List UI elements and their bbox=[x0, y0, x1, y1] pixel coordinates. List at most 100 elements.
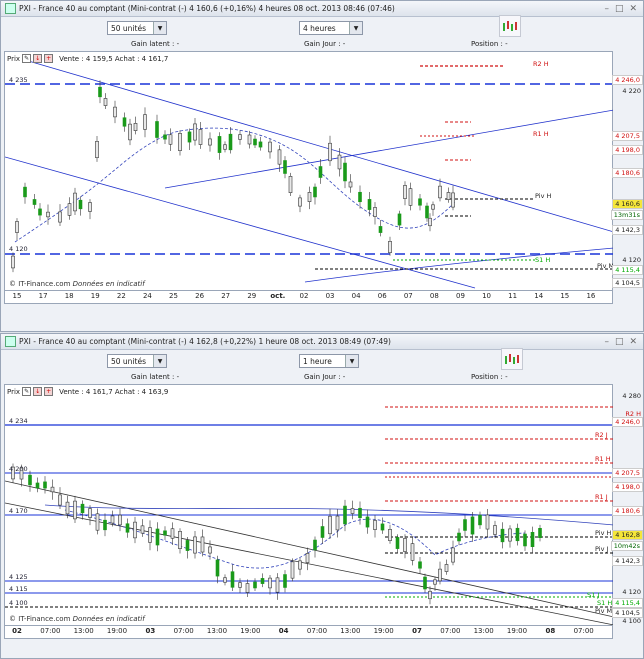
candle bbox=[418, 198, 422, 206]
candle bbox=[193, 123, 197, 141]
plus-icon[interactable]: + bbox=[44, 387, 54, 396]
time-label: 07 bbox=[403, 292, 413, 300]
candle bbox=[470, 516, 475, 535]
candle bbox=[335, 515, 340, 531]
price-axis: 4 280 R2 H 4 246,0 4 207,5 4 198,0 4 180… bbox=[610, 384, 643, 628]
candle bbox=[193, 536, 197, 554]
candle bbox=[493, 525, 497, 535]
candle bbox=[403, 538, 407, 552]
time-label: 07:00 bbox=[40, 627, 61, 635]
close-icon[interactable]: ✕ bbox=[629, 337, 637, 347]
pencil-icon[interactable]: ✎ bbox=[22, 387, 32, 396]
candle bbox=[98, 86, 102, 98]
pivot-label: S1 H bbox=[535, 256, 551, 264]
candle bbox=[463, 519, 467, 531]
candle bbox=[438, 185, 442, 199]
pivot-label: S1 J bbox=[587, 591, 600, 599]
level-label: 4 235 bbox=[9, 76, 28, 84]
chart-settings-icon[interactable] bbox=[499, 15, 521, 37]
time-label: 13:00 bbox=[473, 627, 494, 635]
period-select[interactable]: 4 heures ▼ bbox=[299, 21, 363, 35]
candle bbox=[253, 581, 257, 589]
period-select[interactable]: 1 heure ▼ bbox=[299, 354, 359, 368]
candle bbox=[343, 162, 347, 182]
candle bbox=[11, 255, 15, 269]
time-label: 14 bbox=[534, 292, 544, 300]
candle bbox=[425, 205, 429, 219]
level-label: 4 100 bbox=[9, 599, 28, 607]
candle bbox=[80, 503, 85, 514]
price-chart[interactable]: Prix ✎ ↓ + Vente : 4 159,5 Achat : 4 161… bbox=[4, 51, 614, 291]
candle bbox=[178, 133, 182, 151]
arrow-down-icon[interactable]: ↓ bbox=[33, 387, 43, 396]
candle bbox=[260, 578, 265, 584]
chevron-down-icon[interactable]: ▼ bbox=[345, 355, 358, 367]
candle bbox=[163, 134, 167, 140]
minimize-icon[interactable]: – bbox=[604, 337, 609, 347]
credit-note: Données en indicatif bbox=[72, 280, 145, 288]
time-label: 13:00 bbox=[340, 627, 361, 635]
candle bbox=[238, 134, 242, 140]
candle bbox=[230, 571, 235, 588]
candle bbox=[500, 528, 505, 543]
candle bbox=[58, 494, 62, 506]
arrow-down-icon[interactable]: ↓ bbox=[33, 54, 43, 63]
candle bbox=[140, 525, 145, 534]
candle bbox=[215, 559, 220, 577]
time-label: 06 bbox=[377, 292, 387, 300]
candle bbox=[433, 579, 437, 585]
price-tag: 4 115,4 bbox=[612, 265, 643, 275]
plus-icon[interactable]: + bbox=[44, 54, 54, 63]
chart-settings-icon[interactable] bbox=[501, 348, 523, 370]
minimize-icon[interactable]: – bbox=[604, 4, 609, 14]
candle bbox=[223, 577, 227, 583]
gain-jour: Gain Jour : - bbox=[304, 40, 346, 48]
candle bbox=[428, 217, 432, 227]
candle bbox=[95, 513, 100, 531]
candle bbox=[35, 482, 40, 489]
time-label: 29 bbox=[247, 292, 257, 300]
time-label: 18 bbox=[64, 292, 74, 300]
candle bbox=[485, 514, 490, 530]
candle bbox=[343, 505, 347, 525]
maximize-icon[interactable]: □ bbox=[615, 4, 624, 14]
units-select[interactable]: 50 unités ▼ bbox=[107, 354, 167, 368]
candle bbox=[358, 191, 362, 203]
candle bbox=[380, 523, 385, 531]
maximize-icon[interactable]: □ bbox=[615, 337, 624, 347]
time-label: 04 bbox=[351, 292, 361, 300]
units-select[interactable]: 50 unités ▼ bbox=[107, 21, 167, 35]
candle bbox=[305, 553, 310, 563]
chevron-down-icon[interactable]: ▼ bbox=[153, 22, 166, 34]
pencil-icon[interactable]: ✎ bbox=[22, 54, 32, 63]
pivot-label: Piv H bbox=[595, 529, 612, 537]
price-tag: 4 198,0 bbox=[612, 482, 643, 492]
candle bbox=[88, 202, 92, 212]
price-tag: 4 100 bbox=[622, 617, 641, 625]
candle bbox=[118, 514, 122, 526]
price-tag: 4 198,0 bbox=[612, 145, 643, 155]
candle bbox=[185, 540, 190, 551]
candle bbox=[67, 203, 72, 216]
close-icon[interactable]: ✕ bbox=[629, 4, 637, 14]
price-chart[interactable]: Prix ✎ ↓ + Vente : 4 161,7 Achat : 4 163… bbox=[4, 384, 614, 626]
credit: © IT-Finance.com Données en indicatif bbox=[9, 280, 145, 288]
time-label: 02 bbox=[299, 292, 309, 300]
candle bbox=[88, 508, 92, 518]
candle bbox=[73, 500, 77, 520]
candle bbox=[283, 574, 287, 588]
price-tag: 4 104,5 bbox=[612, 278, 643, 288]
time-axis: 15 17 18 19 22 24 25 26 27 29 oct. 02 03 04 06 07 08 09 10… bbox=[4, 291, 613, 304]
candle bbox=[268, 577, 272, 589]
candle bbox=[283, 160, 287, 174]
candle bbox=[103, 519, 107, 531]
chevron-down-icon[interactable]: ▼ bbox=[153, 355, 166, 367]
candle bbox=[155, 121, 159, 138]
candle bbox=[125, 523, 130, 533]
candle bbox=[320, 526, 325, 538]
candle bbox=[298, 560, 302, 570]
gain-latent: Gain latent : - bbox=[131, 373, 180, 381]
candle bbox=[163, 530, 167, 536]
chevron-down-icon[interactable]: ▼ bbox=[349, 22, 362, 34]
candle bbox=[313, 186, 317, 198]
